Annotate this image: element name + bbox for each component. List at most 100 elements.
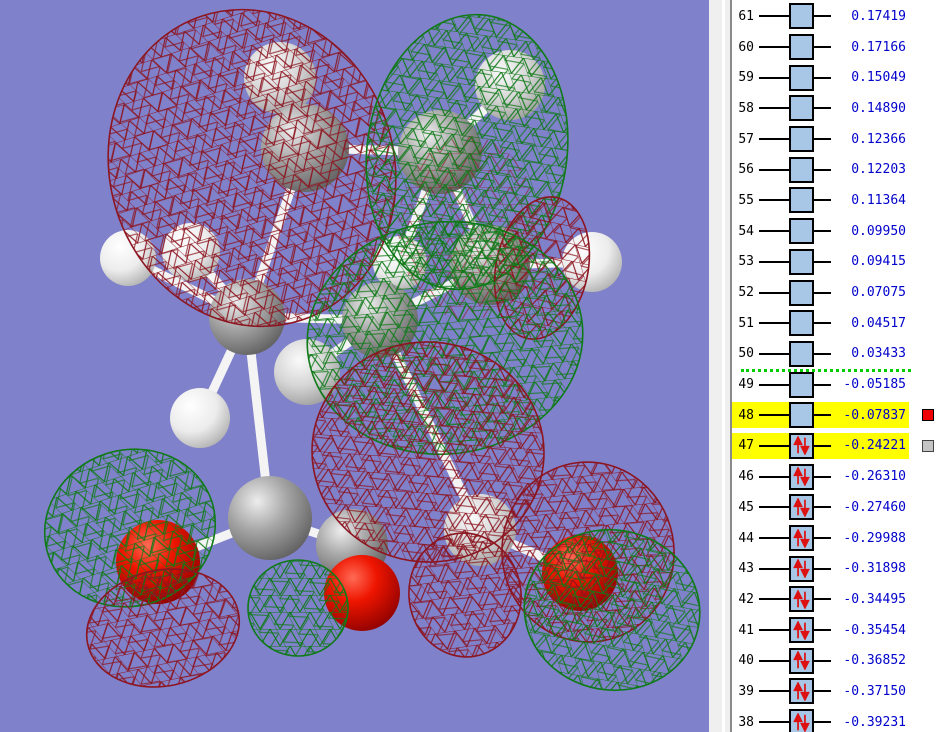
orbital-row[interactable]: 60 0.17166 [732,32,945,63]
orbital-energy: -0.31898 [843,561,906,577]
orbital-energy: 0.11364 [851,192,906,208]
level-line-right [814,322,831,325]
orbital-number: 51 [738,315,754,331]
orbital-box[interactable] [789,126,814,153]
orbital-energy: 0.14890 [851,100,906,116]
orbital-row[interactable]: 49 -0.05185 [732,369,945,400]
orbital-row[interactable]: 40 -0.36852 [732,645,945,676]
level-line-left [759,383,789,386]
level-line-left [759,199,789,202]
orbital-energy: 0.12203 [851,162,906,178]
electron-arrows [793,559,810,579]
orbital-box[interactable] [789,494,814,521]
orbital-energy: -0.37150 [843,683,906,699]
level-line-right [814,537,831,540]
orbital-box[interactable] [789,310,814,337]
orbital-row[interactable]: 41 -0.35454 [732,615,945,646]
level-line-left [759,260,789,263]
orbital-box[interactable] [789,95,814,122]
orbital-row[interactable]: 46 -0.26310 [732,461,945,492]
orbital-box[interactable] [789,156,814,183]
orbital-row-band: 55 0.11364 [732,187,909,214]
orbital-row-band: 50 0.03433 [732,340,909,367]
orbital-box[interactable] [789,187,814,214]
orbital-row[interactable]: 52 0.07075 [732,277,945,308]
level-line-right [814,414,831,417]
orbital-row[interactable]: 43 -0.31898 [732,553,945,584]
orbital-number: 40 [738,653,754,669]
orbital-box[interactable] [789,371,814,398]
orbital-row[interactable]: 59 0.15049 [732,62,945,93]
orbital-box[interactable] [789,525,814,552]
level-line-left [759,138,789,141]
level-line-left [759,352,789,355]
orbital-box[interactable] [789,218,814,245]
level-line-left [759,322,789,325]
orbital-row[interactable]: 57 0.12366 [732,124,945,155]
orbital-energy: 0.09950 [851,223,906,239]
orbital-number: 60 [738,39,754,55]
orbital-row[interactable]: 38 -0.39231 [732,707,945,732]
orbital-energy: -0.29988 [843,530,906,546]
orbital-row[interactable]: 51 0.04517 [732,308,945,339]
orbital-energy: 0.15049 [851,70,906,86]
orbital-box[interactable] [789,279,814,306]
orbital-box[interactable] [789,340,814,367]
orbital-box[interactable] [789,647,814,674]
orbital-row[interactable]: 48 -0.07837 [732,400,945,431]
orbital-box[interactable] [789,64,814,91]
orbital-box[interactable] [789,463,814,490]
level-line-left [759,168,789,171]
orbital-box[interactable] [789,678,814,705]
orbital-row[interactable]: 47 -0.24221 [732,431,945,462]
level-line-left [759,629,789,632]
orbital-row[interactable]: 61 0.17419 [732,1,945,32]
orbital-number: 50 [738,346,754,362]
level-line-left [759,444,789,447]
orbital-energy: 0.12366 [851,131,906,147]
orbital-row[interactable]: 39 -0.37150 [732,676,945,707]
orbital-row-band: 58 0.14890 [732,95,909,122]
orbital-row-band: 43 -0.31898 [732,555,909,582]
orbital-box[interactable] [789,555,814,582]
orbital-marker[interactable] [922,409,934,422]
carbon-atom [228,476,312,560]
orbital-row-band: 56 0.12203 [732,156,909,183]
orbital-row[interactable]: 44 -0.29988 [732,523,945,554]
orbital-row[interactable]: 50 0.03433 [732,339,945,370]
electron-arrows [793,589,810,609]
orbital-box[interactable] [789,432,814,459]
orbital-number: 43 [738,561,754,577]
orbital-marker[interactable] [922,439,934,452]
orbital-energy: -0.05185 [843,377,906,393]
orbital-box[interactable] [789,586,814,613]
level-line-right [814,506,831,509]
orbital-row[interactable]: 58 0.14890 [732,93,945,124]
orbital-row[interactable]: 42 -0.34495 [732,584,945,615]
orbital-row[interactable]: 54 0.09950 [732,216,945,247]
orbital-box[interactable] [789,402,814,429]
electron-arrows [793,467,810,487]
orbital-box[interactable] [789,709,814,732]
orbital-row[interactable]: 45 -0.27460 [732,492,945,523]
orbital-box[interactable] [789,3,814,30]
orbital-row[interactable]: 56 0.12203 [732,154,945,185]
orbital-number: 46 [738,469,754,485]
molecule-viewport[interactable] [0,0,709,732]
panel-divider[interactable] [709,0,732,732]
orbital-energy: -0.27460 [843,499,906,515]
orbital-row[interactable]: 55 0.11364 [732,185,945,216]
level-line-left [759,76,789,79]
orbital-row-band: 45 -0.27460 [732,494,909,521]
orbital-box[interactable] [789,617,814,644]
orbital-row[interactable]: 53 0.09415 [732,247,945,278]
orbital-row-band: 51 0.04517 [732,310,909,337]
orbital-energy: 0.03433 [851,346,906,362]
orbital-row-band: 41 -0.35454 [732,617,909,644]
orbital-row-band: 44 -0.29988 [732,525,909,552]
level-line-right [814,444,831,447]
orbital-box[interactable] [789,34,814,61]
orbital-box[interactable] [789,248,814,275]
electron-arrows [793,436,810,456]
orbital-energy: -0.07837 [843,407,906,423]
